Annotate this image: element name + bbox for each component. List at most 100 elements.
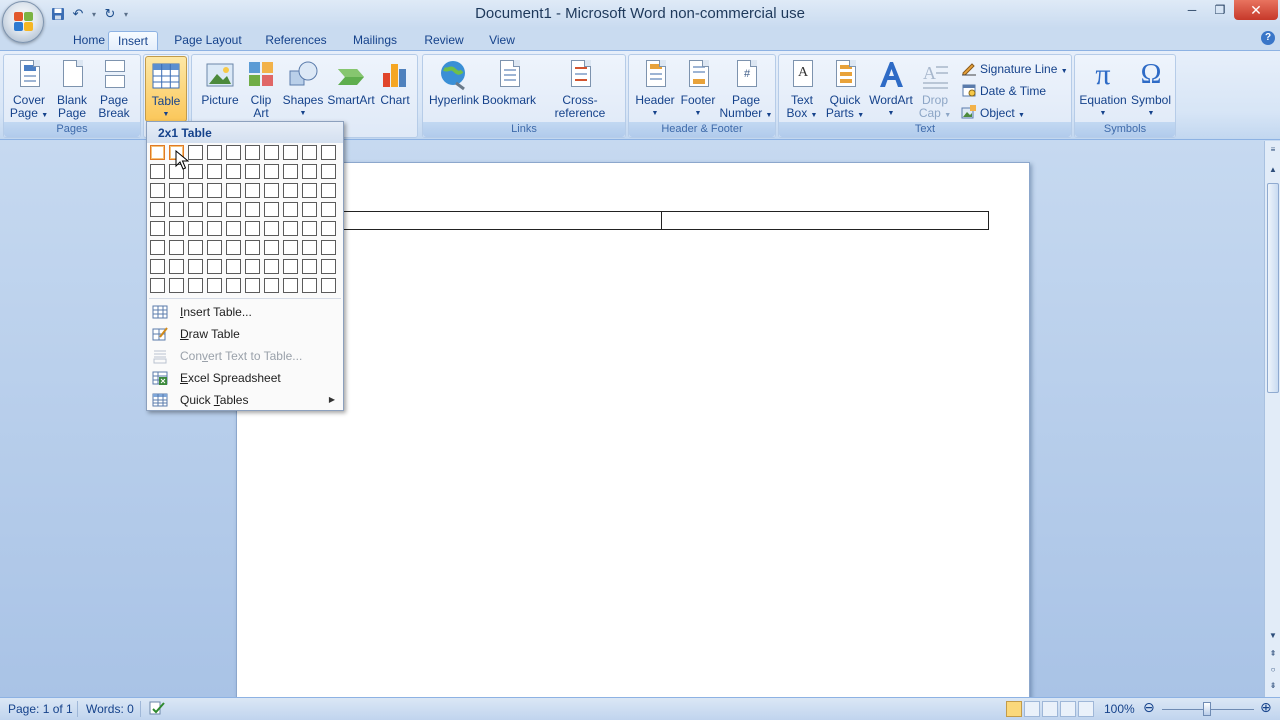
office-button[interactable]: [2, 1, 44, 43]
text-box-button[interactable]: A Text Box ▼: [782, 56, 822, 122]
table-grid-cell[interactable]: [188, 202, 203, 217]
table-grid-cell[interactable]: [169, 278, 184, 293]
zoom-level[interactable]: 100%: [1104, 702, 1135, 716]
table-grid-cell[interactable]: [188, 278, 203, 293]
table-grid-cell[interactable]: [226, 259, 241, 274]
table-grid-cell[interactable]: [169, 202, 184, 217]
date-time-button[interactable]: Date & Time: [961, 81, 1046, 101]
table-grid-cell[interactable]: [283, 145, 298, 160]
page-count[interactable]: Page: 1 of 1: [8, 702, 73, 716]
table-grid-cell[interactable]: [169, 240, 184, 255]
table-grid-cell[interactable]: [283, 164, 298, 179]
table-button[interactable]: Table ▼: [145, 56, 187, 122]
table-grid-cell[interactable]: [264, 221, 279, 236]
table-cell[interactable]: [662, 212, 989, 229]
table-grid-cell[interactable]: [245, 202, 260, 217]
table-grid-cell[interactable]: [207, 240, 222, 255]
scroll-thumb[interactable]: [1267, 183, 1279, 393]
table-grid-cell[interactable]: [226, 202, 241, 217]
table-grid-cell[interactable]: [188, 221, 203, 236]
table-grid-cell[interactable]: [321, 202, 336, 217]
convert-text-to-table-menu-item[interactable]: Convert Text to Table...: [147, 345, 343, 367]
table-grid-cell[interactable]: [207, 202, 222, 217]
table-grid-cell[interactable]: [226, 278, 241, 293]
table-grid-cell[interactable]: [150, 164, 165, 179]
table-grid-cell[interactable]: [283, 202, 298, 217]
tab-references[interactable]: References: [258, 31, 334, 50]
table-grid-cell[interactable]: [264, 202, 279, 217]
restore-button[interactable]: ❐: [1206, 0, 1234, 20]
quick-tables-menu-item[interactable]: Quick Tables ▶: [147, 389, 343, 411]
table-grid-cell[interactable]: [188, 259, 203, 274]
tab-review[interactable]: Review: [416, 31, 472, 50]
select-browse-object-icon[interactable]: ○: [1266, 663, 1280, 677]
page-break-button[interactable]: Page Break: [93, 56, 135, 122]
scroll-down-icon[interactable]: ▼: [1266, 629, 1280, 643]
table-grid-cell[interactable]: [207, 164, 222, 179]
table-grid-cell[interactable]: [150, 202, 165, 217]
table-grid-cell[interactable]: [302, 240, 317, 255]
table-grid-cell[interactable]: [283, 221, 298, 236]
cover-page-button[interactable]: Cover Page ▼: [7, 56, 51, 122]
table-grid-cell[interactable]: [150, 183, 165, 198]
table-grid-cell[interactable]: [245, 240, 260, 255]
full-screen-reading-view-icon[interactable]: [1024, 701, 1040, 717]
vertical-scrollbar[interactable]: ≡ ▲ ▼ ⇞ ○ ⇟: [1264, 141, 1280, 697]
table-grid-cell[interactable]: [302, 183, 317, 198]
table-grid-cell[interactable]: [264, 164, 279, 179]
table-grid-cell[interactable]: [245, 164, 260, 179]
table-grid-cell[interactable]: [302, 259, 317, 274]
table-grid-cell[interactable]: [302, 221, 317, 236]
minimize-button[interactable]: ─: [1178, 0, 1206, 20]
table-grid-cell[interactable]: [302, 202, 317, 217]
header-button[interactable]: Header ▼: [632, 56, 678, 122]
previous-page-icon[interactable]: ⇞: [1266, 647, 1280, 661]
table-grid-cell[interactable]: [188, 145, 203, 160]
footer-button[interactable]: Footer ▼: [677, 56, 719, 122]
chart-button[interactable]: Chart: [376, 56, 414, 122]
tab-page-layout[interactable]: Page Layout: [168, 31, 248, 50]
table-grid-cell[interactable]: [150, 240, 165, 255]
shapes-button[interactable]: Shapes ▼: [280, 56, 326, 122]
tab-mailings[interactable]: Mailings: [344, 31, 406, 50]
page-number-button[interactable]: # Page Number ▼: [719, 56, 773, 122]
smartart-button[interactable]: SmartArt: [326, 56, 376, 122]
web-layout-view-icon[interactable]: [1042, 701, 1058, 717]
table-grid-cell[interactable]: [264, 278, 279, 293]
table-grid-cell[interactable]: [226, 240, 241, 255]
zoom-in-icon[interactable]: ⊕: [1260, 699, 1272, 716]
signature-line-button[interactable]: Signature Line ▼: [961, 59, 1068, 79]
table-grid-cell[interactable]: [245, 145, 260, 160]
proofing-icon[interactable]: [148, 700, 166, 719]
table-grid-cell[interactable]: [283, 259, 298, 274]
scroll-up-icon[interactable]: ▲: [1266, 163, 1280, 177]
table-grid-cell[interactable]: [264, 259, 279, 274]
zoom-out-icon[interactable]: ⊖: [1143, 699, 1155, 716]
object-button[interactable]: Object ▼: [961, 103, 1025, 123]
picture-button[interactable]: Picture: [198, 56, 242, 122]
table-grid-cell[interactable]: [283, 183, 298, 198]
table-grid-cell[interactable]: [188, 240, 203, 255]
table-grid-cell[interactable]: [302, 164, 317, 179]
table-grid-cell[interactable]: [150, 259, 165, 274]
table-cell[interactable]: [334, 212, 662, 229]
close-button[interactable]: ✕: [1234, 0, 1278, 20]
drop-cap-button[interactable]: A Drop Cap ▼: [915, 56, 955, 122]
table-grid-cell[interactable]: [207, 145, 222, 160]
table-grid-cell[interactable]: [150, 145, 165, 160]
word-count[interactable]: Words: 0: [86, 702, 134, 716]
table-grid-cell[interactable]: [264, 145, 279, 160]
table-grid-cell[interactable]: [150, 221, 165, 236]
tab-insert[interactable]: Insert: [108, 31, 158, 50]
table-grid-cell[interactable]: [169, 221, 184, 236]
table-grid-cell[interactable]: [226, 221, 241, 236]
table-grid-cell[interactable]: [169, 259, 184, 274]
table-grid-cell[interactable]: [207, 259, 222, 274]
view-ruler-icon[interactable]: ≡: [1266, 143, 1280, 157]
table-grid-cell[interactable]: [321, 164, 336, 179]
table-grid-cell[interactable]: [264, 183, 279, 198]
document-page[interactable]: [236, 162, 1030, 702]
draw-table-menu-item[interactable]: Draw Table: [147, 323, 343, 345]
table-grid-cell[interactable]: [207, 278, 222, 293]
outline-view-icon[interactable]: [1060, 701, 1076, 717]
